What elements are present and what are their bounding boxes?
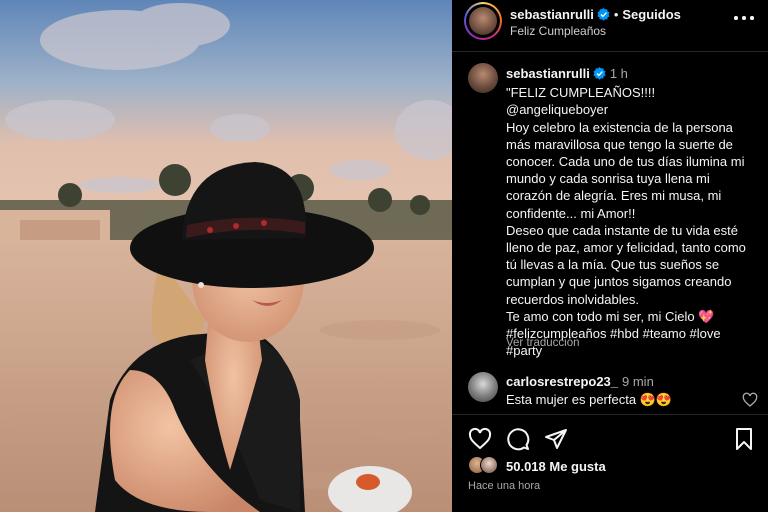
post-caption: sebastianrulli 1 h "FELIZ CUMPLEAÑOS!!!! … <box>506 65 756 359</box>
caption-line-4: Te amo con todo mi ser, mi Cielo 💖 <box>506 308 715 324</box>
post-photo <box>0 0 452 512</box>
verified-badge-icon <box>597 8 610 24</box>
liker-avatar[interactable] <box>480 456 498 474</box>
commenter-avatar[interactable] <box>468 372 498 402</box>
header-subtitle[interactable]: Feliz Cumpleaños <box>510 24 606 38</box>
comment-text: Esta mujer es perfecta 😍😍 <box>506 392 673 407</box>
post-actions-bar <box>452 414 768 512</box>
caption-author-avatar[interactable] <box>468 63 498 93</box>
caption-username[interactable]: sebastianrulli <box>506 66 590 81</box>
heart-icon[interactable] <box>468 427 492 451</box>
post-time-ago[interactable]: Hace una hora <box>468 480 540 492</box>
comment-header: carlosrestrepo23_ 9 min <box>506 374 654 389</box>
likes-count[interactable]: 50.018 Me gusta <box>506 459 606 474</box>
caption-time[interactable]: 1 h <box>610 66 628 81</box>
post-side-panel: sebastianrulli • Seguidos Feliz Cumpleaños… <box>452 0 768 512</box>
photo-illustration <box>0 0 452 512</box>
author-avatar[interactable] <box>464 2 502 40</box>
share-icon[interactable] <box>544 427 568 451</box>
caption-line-1: "FELIZ CUMPLEAÑOS!!!! @angeliqueboyer <box>506 85 656 118</box>
header-username[interactable]: sebastianrulli <box>510 7 594 22</box>
comment-time[interactable]: 9 min <box>622 374 654 389</box>
comment-username[interactable]: carlosrestrepo23_ <box>506 374 618 389</box>
header-user-line: sebastianrulli • Seguidos <box>510 7 681 24</box>
more-options-icon[interactable] <box>734 12 754 24</box>
see-translation-link[interactable]: Ver traducción <box>506 337 580 349</box>
comment-icon[interactable] <box>506 427 530 451</box>
caption-line-2: Hoy celebro la existencia de la persona … <box>506 119 745 221</box>
comment-like-heart-icon[interactable] <box>742 392 758 408</box>
caption-line-3: Deseo que cada instante de tu vida esté … <box>506 222 746 307</box>
separator-dot: • <box>613 7 619 22</box>
bookmark-icon[interactable] <box>732 427 756 451</box>
post-header: sebastianrulli • Seguidos Feliz Cumpleaños <box>452 0 768 52</box>
following-button[interactable]: Seguidos <box>622 7 681 22</box>
verified-badge-icon <box>593 67 606 84</box>
